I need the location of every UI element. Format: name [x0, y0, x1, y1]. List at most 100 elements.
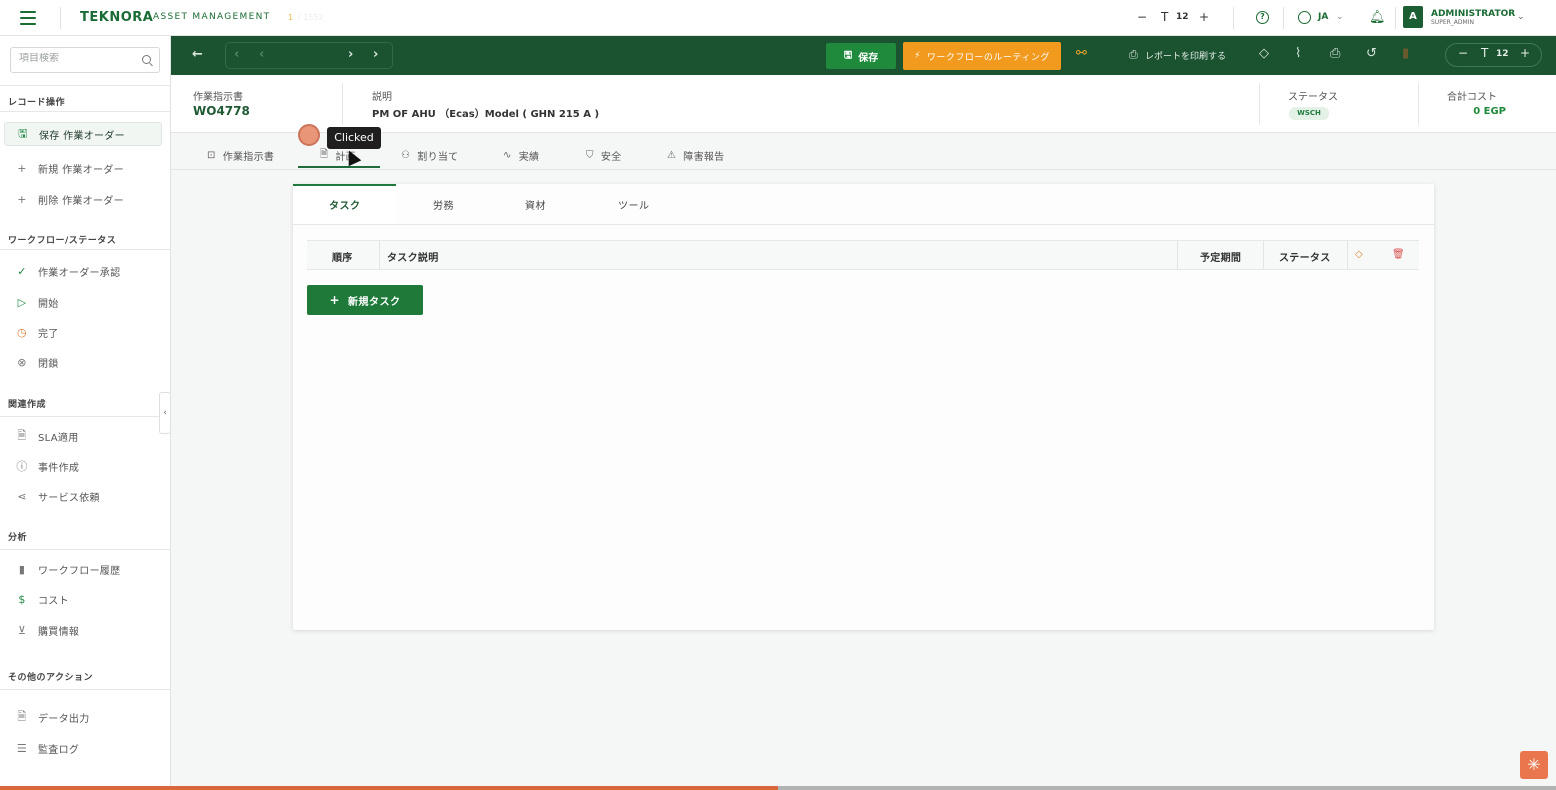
avatar[interactable]: A — [1403, 6, 1423, 28]
subtab-labor[interactable]: 労務 — [433, 197, 454, 212]
last-page-icon[interactable]: › — [373, 47, 378, 62]
status-badge: WSCH — [1289, 107, 1329, 120]
sidebar-item-save-work-order[interactable]: 🖫 保存 作業オーダー — [4, 122, 162, 146]
sidebar-item-audit-log[interactable]: ☰ 監査ログ — [4, 736, 162, 760]
sidebar-item-label: データ出力 — [38, 713, 90, 725]
prev-page-icon[interactable]: ‹ — [259, 47, 264, 62]
workflow-routing-label: ワークフローのルーティング — [926, 52, 1050, 63]
font-increase-icon[interactable]: + — [1199, 10, 1209, 24]
font-size-icon: T — [1161, 10, 1169, 24]
task-table-header — [307, 240, 1419, 270]
back-arrow-icon[interactable]: ← — [192, 47, 203, 62]
record-header — [171, 75, 1556, 133]
tab-assignment[interactable]: ⚇ 割り当て — [401, 144, 458, 166]
column-header-order[interactable]: 順序 — [332, 249, 353, 264]
sidebar-item-purchase[interactable]: ⊻ 購買情報 — [4, 618, 162, 642]
shield-icon: ⛉ — [586, 149, 594, 161]
save-button[interactable]: 🖫 保存 — [826, 43, 896, 69]
sidebar-item-incident[interactable]: ⓘ 事件作成 — [4, 454, 162, 478]
clipboard-icon[interactable]: ▮ — [1402, 46, 1409, 61]
font-increase-icon[interactable]: + — [1520, 46, 1530, 60]
paperclip-icon[interactable]: ⌇ — [1295, 46, 1301, 61]
font-size-value: 12 — [1496, 49, 1509, 59]
search-icon[interactable] — [142, 55, 151, 64]
font-decrease-icon[interactable]: − — [1458, 46, 1468, 60]
trash-icon[interactable]: 🗑︎ — [1392, 249, 1405, 260]
divider — [0, 416, 170, 417]
divider — [1283, 7, 1284, 29]
bell-icon[interactable]: 🔔︎ — [1369, 10, 1386, 25]
sidebar-item-label: コスト — [38, 595, 69, 607]
page-progress-fill — [0, 786, 778, 790]
user-check-icon: ⚇ — [401, 149, 411, 161]
sidebar-item-complete[interactable]: ◷ 完了 — [4, 320, 162, 344]
section-title-analysis: 分析 — [8, 533, 28, 543]
column-header-planned-duration[interactable]: 予定期間 — [1200, 249, 1241, 264]
sidebar-item-sla[interactable]: 🗎 SLA適用 — [4, 424, 162, 448]
route-icon[interactable]: ⚯ — [1076, 46, 1087, 61]
history-icon[interactable]: ↺ — [1366, 46, 1377, 61]
sidebar-item-cost[interactable]: $ コスト — [4, 587, 162, 611]
sidebar-item-new-work-order[interactable]: + 新規 作業オーダー — [4, 156, 162, 180]
language-selector[interactable]: JA — [1318, 12, 1328, 22]
total-cost-label: 合計コスト — [1447, 92, 1497, 103]
subtab-materials[interactable]: 資材 — [525, 197, 546, 212]
help-icon[interactable]: ? — [1256, 11, 1269, 24]
sidebar-item-export[interactable]: 🗎 データ出力 — [4, 705, 162, 729]
tag-icon[interactable]: ◇ — [1259, 46, 1269, 61]
subtab-tools[interactable]: ツール — [618, 197, 650, 212]
sidebar-item-close[interactable]: ⊗ 閉鎖 — [4, 350, 162, 374]
sidebar-item-delete-work-order[interactable]: + 削除 作業オーダー — [4, 187, 162, 211]
save-icon: 🖫 — [18, 126, 28, 140]
sidebar-item-workflow-history[interactable]: ▮ ワークフロー履歴 — [4, 557, 162, 581]
sidebar-item-label: 事件作成 — [38, 462, 80, 474]
column-header-status[interactable]: ステータス — [1279, 249, 1331, 264]
pager-current[interactable]: 1 — [288, 13, 293, 22]
tab-label: 安全 — [600, 151, 622, 163]
briefcase-icon: ⊡ — [207, 149, 216, 161]
globe-icon[interactable] — [1298, 11, 1311, 24]
print-report-button[interactable]: レポートを印刷する — [1145, 49, 1226, 62]
sidebar-item-label: 開始 — [38, 298, 59, 310]
font-size-icon: T — [1481, 46, 1489, 60]
plus-icon: + — [17, 161, 27, 175]
tab-actuals[interactable]: ∿ 実績 — [503, 144, 539, 166]
save-button-label: 保存 — [858, 52, 879, 64]
work-order-label: 作業指示書 — [193, 92, 243, 103]
sidebar-item-start[interactable]: ▷ 開始 — [4, 290, 162, 314]
sidebar-item-label: 作業オーダー承認 — [38, 267, 121, 279]
assistant-sparkle-icon[interactable]: ✳ — [1520, 751, 1548, 779]
chevron-down-icon[interactable]: ⌄ — [1336, 12, 1344, 22]
new-task-button[interactable]: + 新規タスク — [307, 285, 423, 315]
user-menu-chevron-icon[interactable]: ⌄ — [1517, 12, 1525, 22]
status-label: ステータス — [1288, 92, 1338, 103]
sidebar-item-label: ワークフロー履歴 — [38, 565, 121, 577]
user-name: ADMINISTRATOR — [1431, 9, 1516, 19]
subtab-tasks[interactable]: タスク — [329, 197, 361, 212]
sidebar-item-service-request[interactable]: ⋖ サービス依頼 — [4, 484, 162, 508]
pager — [225, 42, 393, 69]
sidebar-search-input[interactable] — [19, 53, 137, 64]
document-icon: 🗎 — [320, 148, 329, 160]
font-decrease-icon[interactable]: − — [1137, 10, 1147, 24]
section-title-record-ops: レコード操作 — [8, 98, 66, 108]
sidebar-search[interactable] — [10, 47, 160, 73]
print-icon[interactable]: ⎙ — [1330, 46, 1340, 61]
pager-total: / 1552 — [298, 13, 324, 22]
hamburger-menu-icon[interactable] — [20, 11, 36, 25]
document-icon: 🗎 — [17, 428, 27, 442]
tab-failure-report[interactable]: ⚠ 障害報告 — [667, 144, 724, 166]
sidebar-item-approve[interactable]: ✓ 作業オーダー承認 — [4, 259, 162, 283]
tab-safety[interactable]: ⛉ 安全 — [586, 144, 621, 166]
divider — [0, 549, 170, 550]
workflow-routing-button[interactable]: ⚡ ワークフローのルーティング — [903, 42, 1061, 70]
next-page-icon[interactable]: › — [348, 47, 353, 62]
divider — [1259, 83, 1260, 125]
tab-work-order[interactable]: ⊡ 作業指示書 — [207, 144, 274, 166]
column-header-task-description[interactable]: タスク説明 — [387, 249, 439, 264]
sidebar-item-label: 新規 作業オーダー — [38, 164, 124, 176]
first-page-icon[interactable]: ‹ — [234, 47, 239, 62]
sidebar-collapse-handle[interactable]: ‹ — [159, 392, 171, 434]
sidebar: レコード操作 🖫 保存 作業オーダー + 新規 作業オーダー + 削除 作業オー… — [0, 36, 171, 790]
tag-icon[interactable]: ◇ — [1355, 249, 1363, 260]
